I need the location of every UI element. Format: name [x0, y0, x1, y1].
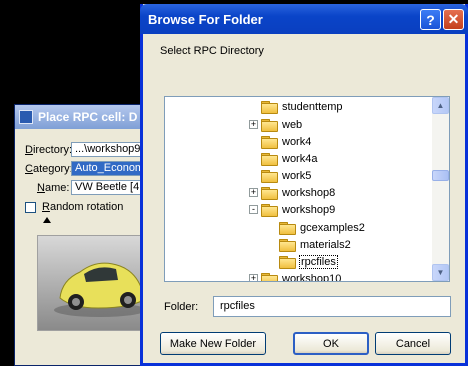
tree-item-label: work5: [282, 169, 312, 182]
tree-item-label: workshop10: [282, 272, 342, 282]
help-button[interactable]: ?: [420, 9, 441, 30]
directory-field[interactable]: ...\workshop9: [71, 142, 151, 157]
category-row: Category: Auto_Econom: [25, 161, 151, 176]
scroll-thumb[interactable]: [432, 170, 449, 181]
place-rpc-title: Place RPC cell: D: [38, 110, 138, 124]
browse-folder-dialog: Browse For Folder ? ✕ Select RPC Directo…: [140, 4, 468, 366]
chevron-up-icon: ▲: [436, 101, 445, 110]
instruction-text: Select RPC Directory: [160, 45, 264, 57]
help-icon: ?: [426, 11, 435, 28]
close-icon: ✕: [447, 11, 460, 27]
folder-icon: [261, 118, 278, 132]
folder-tree[interactable]: studenttemp web + work4 work4a work5 wor…: [164, 96, 450, 282]
app-icon: [19, 110, 33, 124]
collapse-triangle-icon[interactable]: [43, 217, 51, 223]
tree-item-work5[interactable]: work5: [261, 167, 312, 184]
expand-plus-icon[interactable]: +: [249, 120, 258, 129]
tree-item-label: studenttemp: [282, 100, 343, 113]
tree-item-label: workshop9: [282, 203, 336, 216]
folder-label: Folder:: [164, 301, 199, 313]
directory-label: Directory:: [25, 143, 73, 156]
folder-open-icon: [261, 203, 278, 217]
folder-icon: [279, 221, 296, 235]
scroll-up-button[interactable]: ▲: [432, 97, 449, 114]
tree-item-materials2[interactable]: materials2: [279, 236, 352, 253]
ok-button[interactable]: OK: [293, 332, 369, 355]
scroll-down-button[interactable]: ▼: [432, 264, 449, 281]
tree-item-work4[interactable]: work4: [261, 133, 312, 150]
tree-item-workshop8[interactable]: workshop8: [261, 184, 336, 201]
browse-title: Browse For Folder: [148, 11, 263, 27]
tree-item-label: workshop8: [282, 186, 336, 199]
browse-titlebar[interactable]: Browse For Folder ? ✕: [140, 4, 468, 34]
folder-icon: [261, 272, 278, 281]
random-rotation-label: Random rotation: [42, 201, 124, 213]
name-dropdown[interactable]: VW Beetle [4: [71, 180, 151, 195]
chevron-down-icon: ▼: [436, 268, 445, 277]
tree-item-web[interactable]: web: [261, 116, 303, 133]
tree-scrollbar[interactable]: ▲ ▼: [432, 97, 449, 281]
random-rotation-checkbox[interactable]: [25, 201, 36, 213]
make-new-folder-button[interactable]: Make New Folder: [160, 332, 266, 355]
directory-row: Directory: ...\workshop9: [25, 142, 151, 157]
name-label: Name:: [37, 181, 70, 194]
tree-item-label: materials2: [300, 238, 351, 251]
tree-item-label: web: [282, 118, 303, 131]
folder-icon: [279, 238, 296, 252]
folder-icon: [261, 169, 278, 183]
tree-item-label: work4a: [282, 152, 318, 165]
close-button[interactable]: ✕: [443, 9, 464, 30]
tree-item-workshop10[interactable]: workshop10: [261, 270, 342, 282]
tree-item-work4a[interactable]: work4a: [261, 150, 318, 167]
tree-item-gcexamples2[interactable]: gcexamples2: [279, 219, 366, 236]
random-rotation-row[interactable]: Random rotation: [25, 201, 123, 213]
category-dropdown[interactable]: Auto_Econom: [71, 161, 151, 176]
folder-icon: [261, 152, 278, 166]
tree-item-rpcfiles[interactable]: rpcfiles: [279, 253, 338, 270]
expand-plus-icon[interactable]: +: [249, 188, 258, 197]
tree-item-label: gcexamples2: [300, 221, 365, 234]
folder-input[interactable]: rpcfiles: [213, 296, 451, 317]
tree-item-label: work4: [282, 135, 312, 148]
name-row: Name: VW Beetle [4: [37, 180, 151, 195]
tree-item-workshop9[interactable]: workshop9: [261, 201, 336, 218]
tree-item-label-selected: rpcfiles: [299, 254, 338, 269]
expand-plus-icon[interactable]: +: [249, 274, 258, 281]
folder-open-icon: [279, 255, 296, 269]
cancel-button[interactable]: Cancel: [375, 332, 451, 355]
collapse-minus-icon[interactable]: -: [249, 205, 258, 214]
folder-icon: [261, 186, 278, 200]
category-label: Category:: [25, 162, 73, 175]
tree-item-studenttemp[interactable]: studenttemp: [261, 98, 344, 115]
folder-icon: [261, 100, 278, 114]
folder-icon: [261, 135, 278, 149]
